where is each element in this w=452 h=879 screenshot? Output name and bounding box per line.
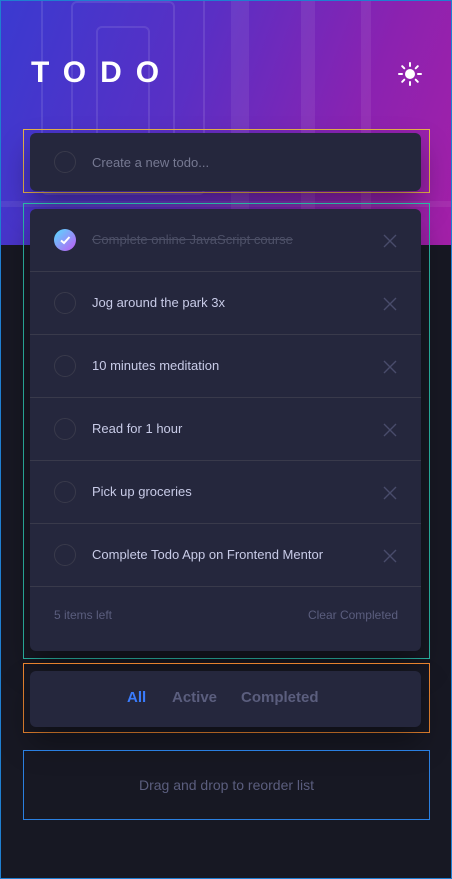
todo-item[interactable]: 10 minutes meditation: [30, 335, 421, 398]
todo-checkbox[interactable]: [54, 481, 76, 503]
todo-checkbox[interactable]: [54, 544, 76, 566]
app-title: TODO: [31, 56, 174, 89]
filter-all[interactable]: All: [127, 689, 146, 706]
clear-completed-button[interactable]: Clear Completed: [308, 608, 398, 622]
close-icon[interactable]: [382, 548, 398, 564]
new-todo-input[interactable]: [92, 133, 392, 191]
sun-icon: [398, 62, 422, 86]
close-icon[interactable]: [382, 485, 398, 501]
todo-label: Read for 1 hour: [92, 421, 183, 436]
close-icon[interactable]: [382, 296, 398, 312]
items-left-count: 5 items left: [54, 608, 113, 622]
todo-checkbox-checked[interactable]: [54, 229, 76, 251]
reorder-hint: Drag and drop to reorder list: [138, 777, 315, 793]
todo-label: Pick up groceries: [92, 484, 192, 499]
close-icon[interactable]: [382, 359, 398, 375]
todo-item[interactable]: Complete online JavaScript course: [30, 209, 421, 272]
new-todo-circle[interactable]: [54, 151, 76, 173]
todo-list: Complete online JavaScript course Jog ar…: [30, 209, 421, 651]
filter-bar: All Active Completed: [30, 671, 421, 727]
close-icon[interactable]: [382, 422, 398, 438]
filter-completed[interactable]: Completed: [241, 689, 319, 706]
todo-item[interactable]: Complete Todo App on Frontend Mentor: [30, 524, 421, 587]
theme-toggle-button[interactable]: [397, 61, 423, 87]
todo-checkbox[interactable]: [54, 355, 76, 377]
todo-checkbox[interactable]: [54, 418, 76, 440]
todo-label: Complete online JavaScript course: [92, 232, 293, 247]
todo-checkbox[interactable]: [54, 292, 76, 314]
todo-item[interactable]: Read for 1 hour: [30, 398, 421, 461]
filter-active[interactable]: Active: [172, 689, 217, 706]
todo-label: 10 minutes meditation: [92, 358, 220, 373]
todo-label: Jog around the park 3x: [92, 295, 225, 310]
todo-label: Complete Todo App on Frontend Mentor: [92, 547, 324, 562]
todo-item[interactable]: Pick up groceries: [30, 461, 421, 524]
check-icon: [60, 236, 71, 245]
todo-item[interactable]: Jog around the park 3x: [30, 272, 421, 335]
new-todo-card: [30, 133, 421, 191]
todo-footer: 5 items left Clear Completed: [30, 587, 421, 651]
close-icon[interactable]: [382, 233, 398, 249]
app-frame: TODO Create a new todo... Complete onlin…: [0, 0, 452, 879]
